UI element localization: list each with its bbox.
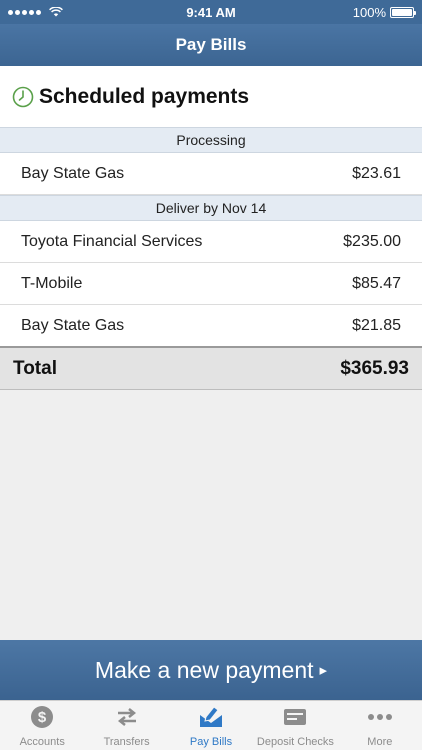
navigation-bar: Pay Bills bbox=[0, 24, 422, 66]
total-amount: $365.93 bbox=[340, 357, 409, 379]
check-card-icon bbox=[282, 704, 308, 730]
tab-label: More bbox=[367, 736, 393, 748]
play-arrow-icon: ▸ bbox=[319, 662, 328, 679]
envelope-pen-icon bbox=[198, 704, 224, 730]
tab-pay-bills[interactable]: Pay Bills bbox=[169, 701, 253, 750]
signal-strength-icon bbox=[8, 9, 41, 15]
svg-text:$: $ bbox=[38, 709, 47, 726]
payment-row[interactable]: Toyota Financial Services $235.00 bbox=[0, 221, 422, 263]
section-header-deliver-by: Deliver by Nov 14 bbox=[0, 195, 422, 221]
dollar-coin-icon: $ bbox=[29, 704, 55, 730]
tab-transfers[interactable]: Transfers bbox=[84, 701, 168, 750]
page-title: Scheduled payments bbox=[39, 84, 250, 108]
battery-icon bbox=[390, 6, 416, 18]
payee-name: Bay State Gas bbox=[21, 316, 125, 334]
nav-title: Pay Bills bbox=[175, 35, 247, 54]
section-label: Processing bbox=[176, 132, 246, 148]
payment-row[interactable]: Bay State Gas $21.85 bbox=[0, 305, 422, 347]
payee-name: T-Mobile bbox=[21, 274, 83, 292]
payment-amount: $235.00 bbox=[343, 232, 401, 250]
make-new-payment-button[interactable]: Make a new payment ▸ bbox=[0, 640, 422, 700]
payment-row[interactable]: Bay State Gas $23.61 bbox=[0, 153, 422, 195]
tab-accounts[interactable]: $ Accounts bbox=[0, 701, 84, 750]
payment-amount: $23.61 bbox=[352, 164, 401, 182]
payee-name: Toyota Financial Services bbox=[21, 232, 203, 250]
tab-more[interactable]: More bbox=[338, 701, 422, 750]
transfer-arrows-icon bbox=[114, 704, 140, 730]
total-row: Total $365.93 bbox=[0, 346, 422, 390]
tab-label: Transfers bbox=[103, 736, 150, 748]
payee-name: Bay State Gas bbox=[21, 164, 125, 182]
status-bar: 9:41 AM 100% bbox=[0, 0, 422, 24]
total-label: Total bbox=[13, 357, 57, 379]
payment-row[interactable]: T-Mobile $85.47 bbox=[0, 263, 422, 305]
clock-icon bbox=[12, 86, 34, 107]
tab-label: Pay Bills bbox=[189, 736, 233, 748]
section-label: Deliver by Nov 14 bbox=[155, 200, 267, 216]
payment-amount: $21.85 bbox=[352, 316, 401, 334]
battery-percent: 100% bbox=[352, 4, 386, 20]
battery-status: 100% bbox=[352, 4, 416, 20]
make-new-payment-label: Make a new payment bbox=[94, 656, 314, 683]
scheduled-payments-header: Scheduled payments bbox=[0, 66, 422, 128]
section-header-processing: Processing bbox=[0, 127, 422, 153]
tab-label: Accounts bbox=[19, 736, 65, 748]
more-dots-icon bbox=[367, 704, 393, 730]
wifi-icon bbox=[49, 7, 63, 17]
tab-deposit-checks[interactable]: Deposit Checks bbox=[253, 701, 337, 750]
payment-amount: $85.47 bbox=[352, 274, 401, 292]
tab-bar: $ Accounts Transfers Pay Bills Deposit C… bbox=[0, 700, 422, 750]
tab-label: Deposit Checks bbox=[256, 736, 334, 748]
